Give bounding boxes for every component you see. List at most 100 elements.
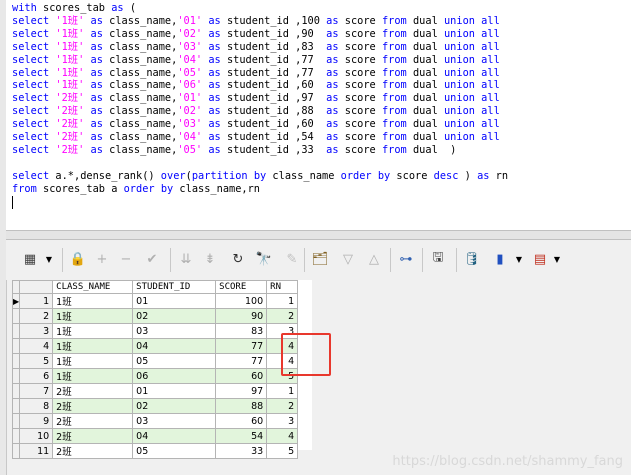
row-indicator[interactable]: [11, 443, 21, 459]
code-line[interactable]: [12, 195, 631, 209]
table-row[interactable]: 3 1班 03 83 3: [11, 323, 299, 339]
row-indicator[interactable]: [11, 323, 21, 339]
row-number[interactable]: 3: [19, 323, 54, 339]
table-row[interactable]: 2 1班 02 90 2: [11, 308, 299, 324]
code-line[interactable]: select '2班' as class_name,'01' as studen…: [12, 92, 631, 105]
row-number[interactable]: 6: [19, 368, 54, 384]
cell-score[interactable]: 83: [215, 323, 268, 339]
table-row[interactable]: 6 1班 06 60 5: [11, 368, 299, 384]
row-indicator[interactable]: [11, 368, 21, 384]
table-row[interactable]: ▶ 1 1班 01 100 1: [11, 293, 299, 309]
row-number[interactable]: 5: [19, 353, 54, 369]
row-indicator[interactable]: [11, 383, 21, 399]
grid-view-icon[interactable]: ▦: [20, 249, 40, 269]
cell-score[interactable]: 100: [215, 293, 268, 309]
table-row[interactable]: 8 2班 02 88 2: [11, 398, 299, 414]
pane-splitter[interactable]: [6, 230, 631, 240]
cell-class-name[interactable]: 2班: [52, 443, 134, 459]
row-indicator[interactable]: [11, 353, 21, 369]
cell-rn[interactable]: 5: [266, 443, 299, 459]
row-number[interactable]: 2: [19, 308, 54, 324]
table-row[interactable]: 7 2班 01 97 1: [11, 383, 299, 399]
cell-rn[interactable]: 1: [266, 383, 299, 399]
column-header-student-id[interactable]: STUDENT_ID: [132, 280, 217, 294]
lock-icon[interactable]: 🔒: [68, 249, 88, 269]
cell-rn[interactable]: 2: [266, 398, 299, 414]
code-line[interactable]: [12, 157, 631, 170]
code-line[interactable]: select '1班' as class_name,'01' as studen…: [12, 15, 631, 28]
cell-class-name[interactable]: 1班: [52, 353, 134, 369]
code-line[interactable]: select '1班' as class_name,'06' as studen…: [12, 79, 631, 92]
column-header-score[interactable]: SCORE: [215, 280, 268, 294]
cell-score[interactable]: 90: [215, 308, 268, 324]
row-indicator[interactable]: [11, 398, 21, 414]
query-by-example-icon[interactable]: 🗂: [310, 249, 330, 269]
code-line[interactable]: select a.*,dense_rank() over(partition b…: [12, 170, 631, 183]
cell-student-id[interactable]: 05: [132, 443, 217, 459]
row-indicator[interactable]: [11, 413, 21, 429]
export-icon[interactable]: 🛢: [462, 249, 482, 269]
cell-class-name[interactable]: 1班: [52, 308, 134, 324]
grid-view-dropdown-icon[interactable]: ▼: [44, 249, 54, 269]
result-grid[interactable]: CLASS_NAME STUDENT_ID SCORE RN ▶ 1 1班 01 100…: [11, 280, 312, 459]
row-indicator[interactable]: [11, 308, 21, 324]
sql-editor[interactable]: with scores_tab as (select '1班' as class…: [6, 0, 631, 230]
cell-score[interactable]: 60: [215, 413, 268, 429]
code-line[interactable]: select '1班' as class_name,'02' as studen…: [12, 28, 631, 41]
cell-student-id[interactable]: 06: [132, 368, 217, 384]
cell-student-id[interactable]: 04: [132, 428, 217, 444]
cell-rn[interactable]: 3: [266, 413, 299, 429]
cell-score[interactable]: 88: [215, 398, 268, 414]
code-line[interactable]: select '2班' as class_name,'04' as studen…: [12, 131, 631, 144]
column-header-class-name[interactable]: CLASS_NAME: [52, 280, 134, 294]
table-row[interactable]: 4 1班 04 77 4: [11, 338, 299, 354]
code-line[interactable]: select '2班' as class_name,'05' as studen…: [12, 144, 631, 157]
table-dropdown-icon[interactable]: ▼: [552, 249, 562, 269]
cell-class-name[interactable]: 2班: [52, 398, 134, 414]
cell-student-id[interactable]: 01: [132, 293, 217, 309]
code-line[interactable]: from scores_tab a order by class_name,rn: [12, 183, 631, 196]
cell-class-name[interactable]: 2班: [52, 428, 134, 444]
row-number[interactable]: 1: [19, 293, 54, 309]
row-indicator[interactable]: [11, 428, 21, 444]
cell-student-id[interactable]: 01: [132, 383, 217, 399]
cell-student-id[interactable]: 04: [132, 338, 217, 354]
row-number[interactable]: 9: [19, 413, 54, 429]
chart-icon[interactable]: ▮: [490, 249, 510, 269]
save-icon[interactable]: 🖫: [428, 249, 448, 269]
table-row[interactable]: 10 2班 04 54 4: [11, 428, 299, 444]
row-number[interactable]: 8: [19, 398, 54, 414]
cell-student-id[interactable]: 02: [132, 398, 217, 414]
table-row[interactable]: 5 1班 05 77 4: [11, 353, 299, 369]
current-row-indicator-icon[interactable]: ▶: [11, 293, 21, 309]
cell-class-name[interactable]: 2班: [52, 413, 134, 429]
cell-class-name[interactable]: 1班: [52, 368, 134, 384]
cell-class-name[interactable]: 1班: [52, 293, 134, 309]
cell-rn[interactable]: 2: [266, 308, 299, 324]
table-row[interactable]: 11 2班 05 33 5: [11, 443, 299, 459]
code-line[interactable]: with scores_tab as (: [12, 2, 631, 15]
cell-score[interactable]: 77: [215, 353, 268, 369]
cell-student-id[interactable]: 03: [132, 323, 217, 339]
cell-score[interactable]: 60: [215, 368, 268, 384]
code-line[interactable]: select '1班' as class_name,'05' as studen…: [12, 67, 631, 80]
chart-dropdown-icon[interactable]: ▼: [514, 249, 524, 269]
cell-score[interactable]: 54: [215, 428, 268, 444]
tree-view-icon[interactable]: ⊶: [396, 249, 416, 269]
row-indicator[interactable]: [11, 338, 21, 354]
cell-score[interactable]: 97: [215, 383, 268, 399]
cell-score[interactable]: 33: [215, 443, 268, 459]
row-number[interactable]: 4: [19, 338, 54, 354]
cell-student-id[interactable]: 05: [132, 353, 217, 369]
cell-class-name[interactable]: 1班: [52, 338, 134, 354]
cell-class-name[interactable]: 1班: [52, 323, 134, 339]
cell-rn[interactable]: 1: [266, 293, 299, 309]
column-header-rn[interactable]: RN: [266, 280, 299, 294]
code-line[interactable]: select '1班' as class_name,'03' as studen…: [12, 41, 631, 54]
find-icon[interactable]: 🔭: [254, 249, 274, 269]
cell-student-id[interactable]: 02: [132, 308, 217, 324]
refresh-icon[interactable]: ↻: [228, 249, 248, 269]
cell-class-name[interactable]: 2班: [52, 383, 134, 399]
table-icon[interactable]: ▤: [530, 249, 550, 269]
cell-rn[interactable]: 4: [266, 428, 299, 444]
